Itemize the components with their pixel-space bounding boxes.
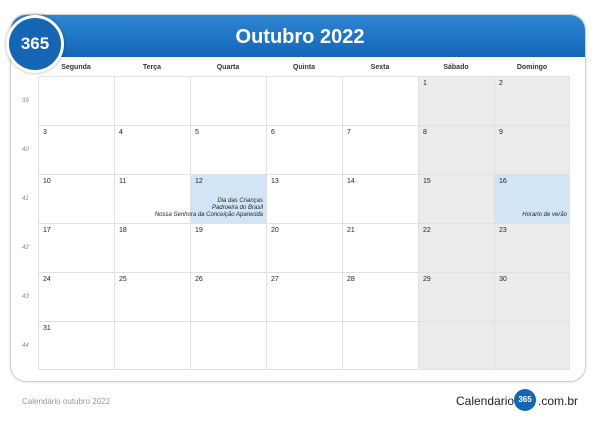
day-number: 30: [499, 276, 507, 283]
page-title: Outubro 2022: [235, 26, 365, 48]
day-number: 3: [43, 129, 47, 136]
day-number: 9: [499, 129, 503, 136]
empty-day-cell: [114, 76, 190, 125]
day-cell[interactable]: 22: [418, 223, 494, 272]
event-label: Dia das Crianças: [217, 198, 263, 204]
day-number: 5: [195, 129, 199, 136]
weekday-header: Quarta: [216, 64, 240, 71]
day-number: 23: [499, 227, 507, 234]
day-number: 1: [423, 80, 427, 87]
day-cell[interactable]: 18: [114, 223, 190, 272]
event-label: Horario de verão: [522, 212, 567, 218]
day-number: 8: [423, 129, 427, 136]
day-cell[interactable]: 8: [418, 125, 494, 174]
day-cell[interactable]: 28: [342, 272, 418, 321]
day-number: 25: [119, 276, 127, 283]
day-number: 6: [271, 129, 275, 136]
calendar-grid: 1 2 3 4 5 6 7 8 9 10 11 12 Dia das Crianças Padroeira…: [38, 76, 570, 370]
day-cell[interactable]: 14: [342, 174, 418, 223]
empty-day-cell: [494, 321, 570, 370]
week-number: 44: [22, 343, 29, 349]
week-number: 43: [22, 294, 29, 300]
day-cell[interactable]: 21: [342, 223, 418, 272]
day-cell[interactable]: 30: [494, 272, 570, 321]
empty-day-cell: [342, 321, 418, 370]
day-number: 18: [119, 227, 127, 234]
day-cell[interactable]: 27: [266, 272, 342, 321]
empty-day-cell: [114, 321, 190, 370]
day-cell[interactable]: 16 Horario de verão: [494, 174, 570, 223]
day-cell[interactable]: 31: [38, 321, 114, 370]
day-cell[interactable]: 24: [38, 272, 114, 321]
weekday-header: Terça: [142, 64, 162, 71]
day-number: 10: [43, 178, 51, 185]
day-number: 4: [119, 129, 123, 136]
day-number: 12: [195, 178, 203, 185]
day-cell[interactable]: 17: [38, 223, 114, 272]
day-cell[interactable]: 29: [418, 272, 494, 321]
day-number: 11: [119, 178, 127, 185]
weekday-header: Quinta: [292, 64, 316, 71]
day-cell[interactable]: 13: [266, 174, 342, 223]
weekday-header: Domingo: [516, 64, 548, 71]
day-number: 24: [43, 276, 51, 283]
day-number: 26: [195, 276, 203, 283]
day-number: 15: [423, 178, 431, 185]
day-cell[interactable]: 26: [190, 272, 266, 321]
day-number: 7: [347, 129, 351, 136]
brand-text-right: .com.br: [538, 394, 579, 408]
day-cell[interactable]: 23: [494, 223, 570, 272]
day-cell[interactable]: 20: [266, 223, 342, 272]
day-cell[interactable]: 3: [38, 125, 114, 174]
day-cell[interactable]: 4: [114, 125, 190, 174]
day-number: 14: [347, 178, 355, 185]
empty-day-cell: [342, 76, 418, 125]
week-number: 41: [22, 196, 29, 202]
event-label: Padroeira do Brasil: [211, 205, 263, 211]
day-cell[interactable]: 25: [114, 272, 190, 321]
empty-day-cell: [266, 76, 342, 125]
day-number: 13: [271, 178, 279, 185]
day-number: 2: [499, 80, 503, 87]
day-cell[interactable]: 9: [494, 125, 570, 174]
day-number: 22: [423, 227, 431, 234]
day-number: 31: [43, 325, 51, 332]
day-number: 29: [423, 276, 431, 283]
empty-day-cell: [38, 76, 114, 125]
footer-caption: Calendário outubro 2022: [22, 397, 111, 406]
day-cell[interactable]: 1: [418, 76, 494, 125]
weekday-header: Sábado: [443, 64, 469, 71]
day-cell[interactable]: 19: [190, 223, 266, 272]
day-cell[interactable]: 5: [190, 125, 266, 174]
day-cell[interactable]: 7: [342, 125, 418, 174]
day-cell[interactable]: 10: [38, 174, 114, 223]
brand-365-icon: 365: [514, 389, 536, 411]
event-label: Nossa Senhora da Conceição Aparecida: [154, 212, 263, 218]
day-cell[interactable]: 15: [418, 174, 494, 223]
day-cell[interactable]: 12 Dia das Crianças Padroeira do Brasil Nos…: [155, 174, 266, 223]
day-number: 19: [195, 227, 203, 234]
day-number: 16: [499, 178, 507, 185]
week-number: 39: [22, 98, 29, 104]
empty-day-cell: [190, 76, 266, 125]
day-number: 20: [271, 227, 279, 234]
empty-day-cell: [418, 321, 494, 370]
day-number: 21: [347, 227, 355, 234]
empty-day-cell: [266, 321, 342, 370]
week-number: 42: [22, 245, 29, 251]
day-cell[interactable]: 6: [266, 125, 342, 174]
empty-day-cell: [190, 321, 266, 370]
day-number: 27: [271, 276, 279, 283]
day-number: 28: [347, 276, 355, 283]
week-number: 40: [22, 147, 29, 153]
day-number: 17: [43, 227, 51, 234]
day-cell[interactable]: 2: [494, 76, 570, 125]
weekday-header: Segunda: [61, 64, 91, 71]
weekday-header: Sexta: [370, 64, 390, 71]
brand-text-left: Calendario: [456, 394, 515, 408]
brand-logo[interactable]: Calendario 365 .com.br: [456, 389, 584, 413]
